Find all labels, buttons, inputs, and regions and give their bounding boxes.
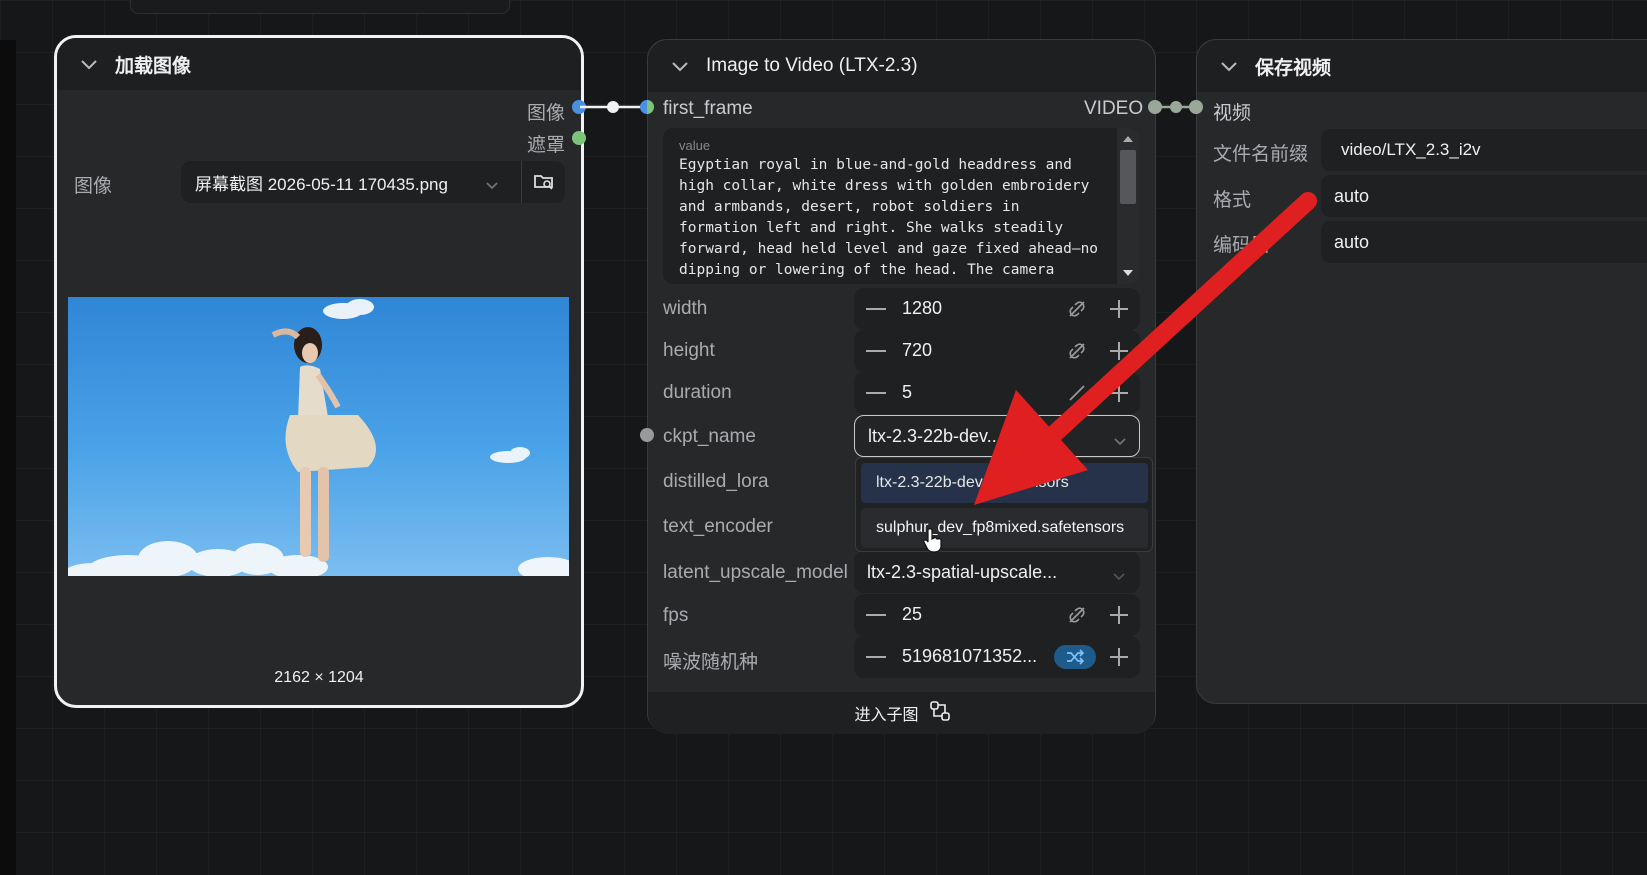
image-preview xyxy=(68,297,569,576)
ckpt-name-label: ckpt_name xyxy=(663,426,756,447)
text-encoder-label: text_encoder xyxy=(663,516,773,537)
dropdown-option-label: sulphur_dev_fp8mixed.safetensors xyxy=(876,519,1125,536)
collapse-chevron-icon[interactable] xyxy=(670,56,690,76)
plus-icon[interactable] xyxy=(1108,604,1130,631)
chevron-down-icon xyxy=(485,175,499,196)
filename-prefix-input[interactable]: video/LTX_2.3_i2v xyxy=(1321,129,1647,171)
prompt-header: value xyxy=(679,138,711,153)
enter-subgraph-label: 进入子图 xyxy=(854,707,919,724)
unlink-icon[interactable] xyxy=(1066,604,1088,631)
seed-stepper[interactable]: 519681071352... xyxy=(854,636,1140,678)
image-filename: 屏幕截图 2026-05-11 170435.png xyxy=(195,174,448,194)
save-video-node-header[interactable]: 保存视频 xyxy=(1197,40,1647,92)
height-value[interactable]: 720 xyxy=(902,340,932,361)
latent-upscale-value: ltx-2.3-spatial-upscale... xyxy=(867,561,1058,582)
image-preview-art xyxy=(68,299,569,576)
enter-subgraph-button[interactable]: 进入子图 xyxy=(648,700,1157,726)
codec-select[interactable]: auto xyxy=(1321,221,1647,263)
load-image-node-header[interactable]: 加载图像 xyxy=(57,38,581,90)
distilled-lora-label: distilled_lora xyxy=(663,471,769,492)
latent-upscale-select[interactable]: ltx-2.3-spatial-upscale... xyxy=(854,551,1140,593)
seed-value[interactable]: 519681071352... xyxy=(902,646,1037,667)
format-value: auto xyxy=(1334,185,1370,206)
minus-icon[interactable] xyxy=(866,350,886,352)
minus-icon[interactable] xyxy=(866,392,886,394)
subgraph-icon xyxy=(929,700,951,727)
hand-cursor-icon xyxy=(923,528,942,553)
fps-value[interactable]: 25 xyxy=(902,604,922,625)
filename-prefix-value[interactable]: video/LTX_2.3_i2v xyxy=(1341,140,1481,160)
plus-icon[interactable] xyxy=(1108,646,1130,673)
video-input-socket[interactable] xyxy=(1189,100,1203,114)
first-frame-input-socket[interactable] xyxy=(640,100,654,114)
output-image-label: 图像 xyxy=(527,103,566,124)
load-image-node[interactable]: 加载图像 图像 遮罩 图像 屏幕截图 2026-05-11 170435.png xyxy=(54,35,584,708)
height-label: height xyxy=(663,340,715,361)
collapse-chevron-icon[interactable] xyxy=(79,54,99,74)
top-bar-fragment xyxy=(130,0,510,14)
annotation-arrow xyxy=(974,192,1317,505)
i2v-node-header[interactable]: Image to Video (LTX-2.3) xyxy=(648,40,1155,92)
folder-search-icon[interactable] xyxy=(532,170,556,199)
shuffle-icon[interactable] xyxy=(1054,645,1096,669)
minus-icon[interactable] xyxy=(866,308,886,310)
fps-label: fps xyxy=(663,605,689,626)
left-edge-panel xyxy=(0,40,16,875)
collapse-chevron-icon[interactable] xyxy=(1219,56,1239,76)
width-value[interactable]: 1280 xyxy=(902,298,942,319)
fps-stepper[interactable]: 25 xyxy=(854,594,1140,636)
ckpt-name-input-socket[interactable] xyxy=(640,428,654,442)
seed-label: 噪波随机种 xyxy=(663,652,759,673)
node-title: Image to Video (LTX-2.3) xyxy=(706,55,918,76)
image-file-select[interactable]: 屏幕截图 2026-05-11 170435.png xyxy=(181,161,565,203)
filename-prefix-label: 文件名前缀 xyxy=(1213,144,1309,165)
scroll-up-arrow xyxy=(1123,136,1133,142)
chevron-down-icon xyxy=(1112,566,1126,587)
width-label: width xyxy=(663,298,708,319)
image-param-label: 图像 xyxy=(74,176,113,197)
mask-output-socket[interactable] xyxy=(572,131,586,145)
video-output-label: VIDEO xyxy=(1084,98,1144,119)
image-dimensions: 2162 × 1204 xyxy=(274,669,364,686)
latent-upscale-label: latent_upscale_model xyxy=(663,562,848,583)
duration-value[interactable]: 5 xyxy=(902,382,912,403)
video-input-label: 视频 xyxy=(1213,103,1252,124)
minus-icon[interactable] xyxy=(866,656,886,658)
first-frame-label: first_frame xyxy=(663,98,753,119)
minus-icon[interactable] xyxy=(866,614,886,616)
codec-value: auto xyxy=(1334,231,1370,252)
field-divider xyxy=(521,161,522,203)
node-title: 保存视频 xyxy=(1255,57,1332,79)
format-select[interactable]: auto xyxy=(1321,175,1647,217)
node-title: 加载图像 xyxy=(115,55,192,77)
output-mask-label: 遮罩 xyxy=(527,135,566,156)
duration-label: duration xyxy=(663,382,732,403)
